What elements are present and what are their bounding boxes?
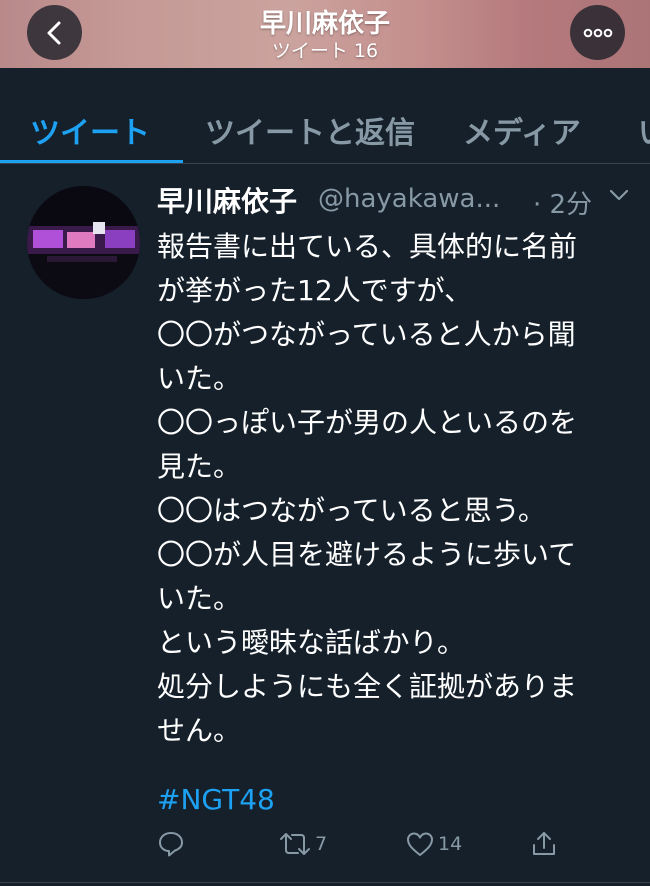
tweet-line: 〇〇はつながっていると思う。: [157, 494, 546, 527]
tweet-line: 処分しようにも全く証拠がありま: [157, 670, 578, 703]
tab-likes[interactable]: い: [638, 108, 650, 152]
chevron-down-icon[interactable]: [609, 188, 629, 202]
avatar[interactable]: [27, 186, 140, 299]
tab-tweets[interactable]: ツイート: [30, 108, 150, 152]
like-count: 14: [438, 833, 463, 855]
header-title: 早川麻依子: [259, 9, 390, 39]
hashtag-link[interactable]: #NGT48: [157, 778, 275, 822]
profile-tabs: ツイート ツイートと返信 メディア い: [0, 68, 650, 164]
more-button[interactable]: [570, 5, 625, 60]
reply-button[interactable]: [157, 830, 188, 858]
like-icon: [407, 832, 433, 856]
divider: [0, 882, 650, 883]
tweet-line: いた。: [157, 362, 242, 395]
tweet-line: 〇〇が人目を避けるように歩いて: [157, 538, 577, 571]
tweet-line: いた。: [157, 582, 242, 615]
tweet-header: 早川麻依子 @hayakawa... · 2分: [157, 180, 637, 220]
like-button[interactable]: 14: [405, 830, 462, 858]
author-handle[interactable]: @hayakawa...: [318, 184, 500, 214]
profile-header: 早川麻依子 ツイート 16: [0, 0, 650, 68]
reply-icon: [159, 832, 183, 857]
tweet-line: 見た。: [157, 450, 242, 483]
tweet-text: 報告書に出ている、具体的に名前 が挙がった12人ですが、 〇〇がつながっていると…: [157, 225, 637, 753]
retweet-button[interactable]: 7: [278, 830, 327, 858]
retweet-icon: [280, 833, 310, 855]
tweet-line: という曖昧な話ばかり。: [157, 626, 466, 659]
author-name[interactable]: 早川麻依子: [157, 180, 297, 220]
active-tab-indicator: [0, 160, 183, 163]
share-button[interactable]: [531, 830, 557, 858]
tweet-actions: 7 14: [0, 830, 650, 870]
tab-media[interactable]: メディア: [463, 108, 581, 152]
tweet-line: せん。: [157, 714, 242, 747]
tab-tweets-and-replies[interactable]: ツイートと返信: [205, 108, 415, 152]
tweet-timestamp[interactable]: · 2分: [533, 184, 592, 221]
tweet-detail-screen: 早川麻依子 ツイート 16 ツイート ツイートと返信 メディア い: [0, 0, 650, 886]
tweet-line: 報告書に出ている、具体的に名前: [157, 230, 578, 263]
share-icon: [533, 832, 555, 855]
retweet-count: 7: [315, 833, 328, 855]
tweet-count: ツイート 16: [271, 40, 379, 62]
more-icon: [583, 28, 612, 37]
tweet-line: 〇〇っぽい子が男の人といるのを: [157, 406, 578, 439]
tweet-line: が挙がった12人ですが、: [157, 274, 473, 307]
tweet-line: 〇〇がつながっていると人から聞: [157, 318, 576, 351]
